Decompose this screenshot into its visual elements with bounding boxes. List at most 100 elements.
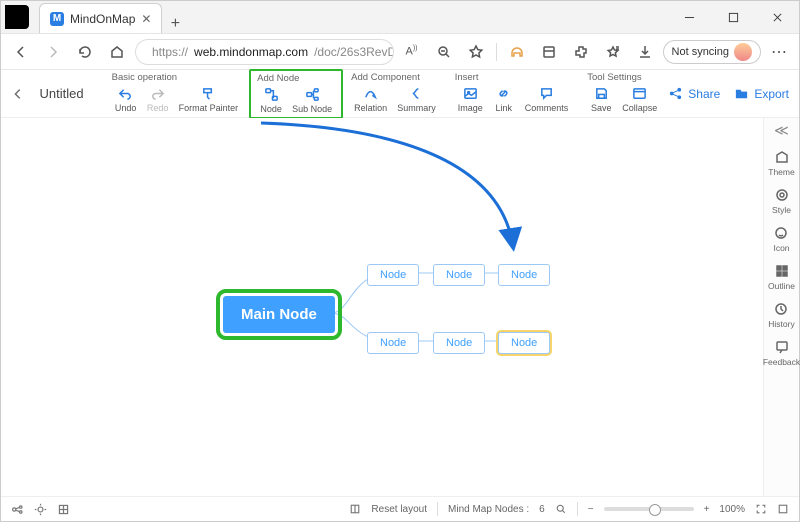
export-button[interactable]: Export — [734, 86, 789, 101]
divider — [577, 502, 578, 516]
workspace: Main Node Node Node Node Node Node Node ≪ The… — [1, 118, 799, 496]
panel-feedback[interactable]: Feedback — [763, 339, 800, 367]
zoom-out-button[interactable]: − — [588, 504, 594, 515]
redo-button: Redo — [144, 85, 172, 114]
group-label: Tool Settings — [587, 72, 660, 83]
minimize-button[interactable] — [667, 1, 711, 33]
favorite-icon[interactable] — [462, 38, 490, 66]
tab-title: MindOnMap — [70, 12, 135, 26]
group-add-node: Add Node Node Sub Node — [249, 69, 343, 119]
child-node[interactable]: Node — [367, 332, 419, 354]
sync-label: Not syncing — [672, 46, 729, 58]
child-node[interactable]: Node — [433, 264, 485, 286]
map-icon[interactable] — [11, 503, 24, 516]
favicon-icon: M — [50, 12, 64, 26]
panel-collapse-icon[interactable]: ≪ — [774, 122, 789, 139]
url-host: web.mindonmap.com — [194, 45, 308, 59]
collapse-button[interactable]: Collapse — [619, 85, 660, 114]
app-toolbar: Untitled Basic operation Undo Redo Forma… — [1, 70, 799, 118]
fit-screen-icon[interactable] — [755, 503, 767, 515]
search-icon[interactable] — [555, 503, 567, 515]
zoom-in-button[interactable]: + — [704, 504, 710, 515]
child-node[interactable]: Node — [498, 264, 550, 286]
url-protocol: https:// — [152, 45, 188, 59]
panel-outline[interactable]: Outline — [768, 263, 795, 291]
downloads-icon[interactable] — [631, 38, 659, 66]
nav-home-button[interactable] — [103, 38, 131, 66]
share-label: Share — [688, 87, 720, 101]
child-node[interactable]: Node — [498, 332, 550, 354]
zoom-out-icon[interactable] — [430, 38, 458, 66]
document-title[interactable]: Untitled — [26, 86, 98, 101]
panel-style[interactable]: Style — [772, 187, 791, 215]
window-controls — [667, 1, 799, 33]
reset-layout-label[interactable]: Reset layout — [371, 504, 427, 515]
brightness-icon[interactable] — [34, 503, 47, 516]
avatar-icon — [734, 43, 752, 61]
url-input[interactable]: https:// web.mindonmap.com/doc/26s3RevDue… — [135, 39, 394, 65]
child-node[interactable]: Node — [367, 264, 419, 286]
divider — [496, 43, 497, 61]
group-label: Basic operation — [112, 72, 242, 83]
browser-titlebar: M MindOnMap ✕ + — [1, 1, 799, 34]
app-back-button[interactable] — [11, 87, 26, 101]
child-node[interactable]: Node — [433, 332, 485, 354]
main-node[interactable]: Main Node — [223, 296, 335, 333]
add-node-button[interactable]: Node — [257, 86, 285, 115]
group-label: Add Component — [351, 72, 439, 83]
extensions-icon[interactable] — [567, 38, 595, 66]
new-tab-button[interactable]: + — [162, 15, 188, 33]
format-painter-button[interactable]: Format Painter — [176, 85, 242, 114]
nav-forward-button — [39, 38, 67, 66]
tool-groups: Basic operation Undo Redo Format Painter… — [104, 69, 669, 119]
share-button[interactable]: Share — [668, 86, 720, 101]
insert-image-button[interactable]: Image — [455, 85, 486, 114]
panel-history[interactable]: History — [768, 301, 794, 329]
annotation-arrow — [1, 118, 763, 496]
headphones-icon[interactable] — [503, 38, 531, 66]
nav-refresh-button[interactable] — [71, 38, 99, 66]
summary-button[interactable]: Summary — [394, 85, 439, 114]
tab-close-icon[interactable]: ✕ — [141, 12, 151, 26]
panel-icon[interactable]: Icon — [773, 225, 789, 253]
url-path: /doc/26s3RevDueZH… — [314, 45, 393, 59]
tab-strip: M MindOnMap ✕ + — [33, 1, 667, 33]
zoom-value: 100% — [719, 504, 745, 515]
add-subnode-button[interactable]: Sub Node — [289, 86, 335, 115]
fullscreen-icon[interactable] — [777, 503, 789, 515]
read-aloud-icon[interactable]: A)) — [398, 38, 426, 66]
node-count-value: 6 — [539, 504, 545, 515]
undo-button[interactable]: Undo — [112, 85, 140, 114]
maximize-button[interactable] — [711, 1, 755, 33]
relation-button[interactable]: Relation — [351, 85, 390, 114]
group-basic-operation: Basic operation Undo Redo Format Painter — [104, 69, 250, 119]
node-count-label: Mind Map Nodes : — [448, 504, 529, 515]
group-insert: Insert Image Link Comments — [447, 69, 580, 119]
panel-theme[interactable]: Theme — [768, 149, 794, 177]
group-label: Insert — [455, 72, 572, 83]
connector-lines — [1, 118, 763, 496]
group-label: Add Node — [257, 73, 335, 84]
close-window-button[interactable] — [755, 1, 799, 33]
group-add-component: Add Component Relation Summary — [343, 69, 447, 119]
zoom-slider[interactable] — [604, 507, 694, 511]
collections-icon[interactable] — [535, 38, 563, 66]
address-bar: https:// web.mindonmap.com/doc/26s3RevDue… — [1, 34, 799, 70]
save-button[interactable]: Save — [587, 85, 615, 114]
more-menu-icon[interactable]: ⋯ — [765, 38, 793, 66]
status-bar: Reset layout Mind Map Nodes : 6 − + 100% — [1, 496, 799, 521]
divider — [437, 502, 438, 516]
group-tool-settings: Tool Settings Save Collapse — [579, 69, 668, 119]
insert-link-button[interactable]: Link — [490, 85, 518, 114]
nav-back-button[interactable] — [7, 38, 35, 66]
tab-actions-icon[interactable] — [1, 1, 33, 33]
grid-icon[interactable] — [57, 503, 70, 516]
profile-sync-button[interactable]: Not syncing — [663, 40, 761, 64]
insert-comments-button[interactable]: Comments — [522, 85, 572, 114]
canvas[interactable]: Main Node Node Node Node Node Node Node — [1, 118, 763, 496]
side-panel: ≪ Theme Style Icon Outline History Feedb… — [763, 118, 799, 496]
reset-layout-icon[interactable] — [349, 503, 361, 515]
export-label: Export — [754, 87, 789, 101]
favorites-list-icon[interactable] — [599, 38, 627, 66]
browser-tab[interactable]: M MindOnMap ✕ — [39, 3, 162, 33]
